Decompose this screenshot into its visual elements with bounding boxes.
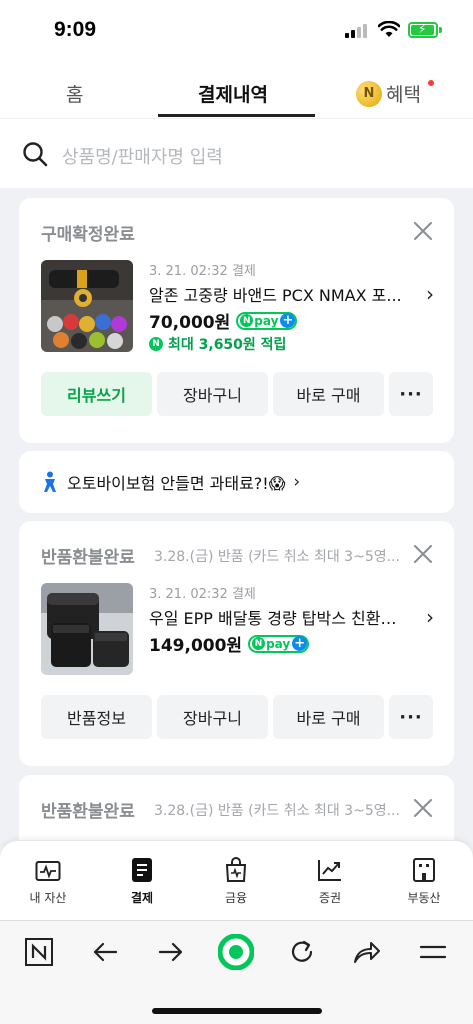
cellular-signal-icon: [345, 24, 371, 38]
price-value: 70,000원: [149, 313, 231, 333]
nav-label: 내 자산: [29, 891, 67, 905]
stock-chart-icon: [318, 860, 341, 881]
status-bar: 9:09 ⚡: [0, 0, 473, 62]
nav-label: 결제: [130, 891, 154, 905]
shopping-bag-icon: [225, 857, 247, 882]
product-name[interactable]: 알존 고중량 바앤드 PCX NMAX 포...: [149, 282, 411, 306]
building-icon: [413, 858, 435, 882]
nav-label: 금융: [224, 891, 248, 905]
person-icon: [44, 471, 56, 492]
menu-icon[interactable]: [418, 935, 448, 969]
close-icon[interactable]: [414, 222, 432, 240]
buy-now-button[interactable]: 바로 구매: [273, 695, 384, 739]
order-actions: 리뷰쓰기 장바구니 바로 구매 ···: [41, 372, 433, 416]
order-date: 3. 21. 02:32 결제: [149, 264, 256, 279]
wallet-chart-icon: [35, 861, 61, 881]
tab-benefits-label: 혜택: [386, 84, 421, 106]
banner-text: 오토바이보험 안들면 과태료?!😱: [67, 474, 286, 493]
order-card: 반품환불완료 3.28.(금) 반품 (카드 취소 최대 3~5영... 3. …: [19, 521, 454, 766]
npay-label: pay: [254, 313, 279, 328]
npay-plus-badge: Npay +: [236, 311, 298, 330]
order-actions: 반품정보 장바구니 바로 구매 ···: [41, 695, 433, 739]
chevron-right-icon[interactable]: ›: [426, 282, 434, 306]
tab-payments[interactable]: 결제내역: [198, 80, 268, 107]
more-options-button[interactable]: ···: [389, 372, 433, 416]
order-status: 반품환불완료: [41, 548, 135, 568]
share-icon[interactable]: [352, 935, 382, 969]
order-status: 반품환불완료: [41, 802, 135, 822]
status-time: 9:09: [54, 18, 97, 41]
product-name[interactable]: 우일 EPP 배달통 경량 탑박스 친환경 ...: [149, 605, 411, 629]
active-tab-indicator: [158, 114, 315, 117]
return-info-button[interactable]: 반품정보: [41, 695, 152, 739]
product-price: 149,000원 Npay +: [149, 631, 310, 656]
order-date: 3. 21. 02:32 결제: [149, 587, 256, 602]
tab-benefits[interactable]: N 혜택: [356, 80, 421, 107]
order-status: 구매확정완료: [41, 225, 135, 245]
nav-payments[interactable]: 결제: [112, 855, 172, 906]
battery-tip: [439, 27, 442, 33]
nav-finance[interactable]: 금융: [206, 855, 266, 906]
home-indicator: [152, 1008, 322, 1014]
product-price: 70,000원 Npay +: [149, 308, 298, 333]
write-review-button[interactable]: 리뷰쓰기: [41, 372, 152, 416]
reward-text: 최대 3,650원 적립: [168, 337, 287, 353]
more-options-button[interactable]: ···: [389, 695, 433, 739]
search-icon: [23, 142, 48, 167]
chevron-right-icon: ›: [293, 472, 301, 492]
insurance-banner[interactable]: 오토바이보험 안들면 과태료?!😱 ›: [19, 451, 454, 513]
nav-label: 부동산: [407, 891, 441, 905]
back-icon[interactable]: [90, 935, 120, 969]
price-value: 149,000원: [149, 636, 243, 656]
nav-my-assets[interactable]: 내 자산: [18, 855, 78, 906]
nav-real-estate[interactable]: 부동산: [394, 855, 454, 906]
nav-stocks[interactable]: 증권: [300, 855, 360, 906]
chevron-right-icon[interactable]: ›: [426, 605, 434, 629]
reward-info: N 최대 3,650원 적립: [149, 334, 286, 354]
battery-icon: ⚡: [408, 22, 438, 38]
product-thumbnail[interactable]: [41, 583, 133, 675]
tab-home[interactable]: 홈: [66, 80, 83, 107]
receipt-icon: [132, 858, 152, 882]
buy-now-button[interactable]: 바로 구매: [273, 372, 384, 416]
nav-label: 증권: [318, 891, 342, 905]
green-dot-icon[interactable]: [218, 933, 254, 971]
wifi-icon: [378, 21, 400, 37]
search-input[interactable]: 상품명/판매자명 입력: [62, 143, 223, 169]
cart-button[interactable]: 장바구니: [157, 695, 268, 739]
npoint-coin-icon: N: [356, 80, 382, 107]
close-icon[interactable]: [414, 799, 432, 817]
bottom-navigation: 내 자산 결제 금융 증권 부동산: [0, 840, 473, 920]
refresh-icon[interactable]: [287, 935, 317, 969]
close-icon[interactable]: [414, 545, 432, 563]
search-bar[interactable]: 상품명/판매자명 입력: [0, 118, 473, 188]
product-thumbnail[interactable]: [41, 260, 133, 352]
order-card: 구매확정완료 3. 21. 02:32 결제 알존 고중량 바앤드 PCX NM…: [19, 198, 454, 443]
forward-icon[interactable]: [156, 935, 186, 969]
naver-home-icon[interactable]: [24, 935, 54, 969]
order-status-detail: 3.28.(금) 반품 (카드 취소 최대 3~5영...: [154, 803, 400, 819]
order-status-detail: 3.28.(금) 반품 (카드 취소 최대 3~5영...: [154, 549, 400, 565]
npay-label: pay: [266, 636, 291, 651]
cart-button[interactable]: 장바구니: [157, 372, 268, 416]
notification-dot: [428, 80, 434, 86]
npay-plus-badge: Npay +: [248, 634, 310, 653]
npoint-icon: N: [149, 337, 163, 351]
top-tabs: 홈 결제내역 N 혜택: [0, 62, 473, 118]
